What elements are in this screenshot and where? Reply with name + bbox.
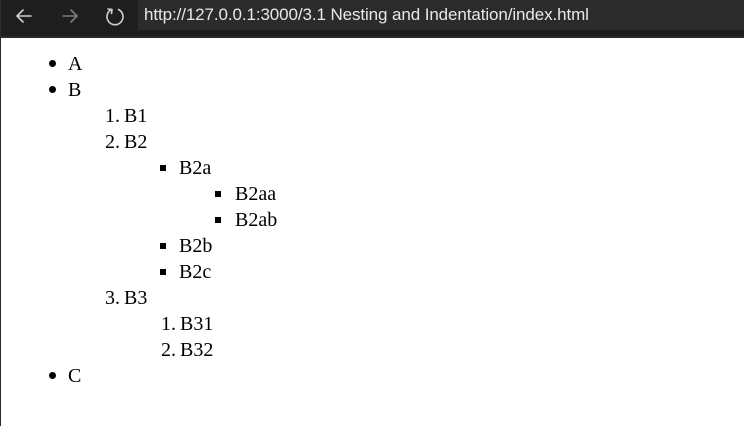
browser-toolbar: http://127.0.0.1:3000/3.1 Nesting and In… bbox=[1, 0, 744, 38]
list-item-label: B bbox=[68, 79, 82, 101]
back-button[interactable] bbox=[11, 3, 37, 29]
page-content: A B 1. B1 2. B2 B2a B2aa B2ab B2b B2c 3.… bbox=[1, 38, 744, 426]
list-number: 3. bbox=[105, 287, 120, 309]
url-text: http://127.0.0.1:3000/3.1 Nesting and In… bbox=[144, 5, 589, 24]
browser-window: http://127.0.0.1:3000/3.1 Nesting and In… bbox=[0, 0, 744, 426]
bullet-square-icon bbox=[160, 165, 166, 171]
list-item-label: B2aa bbox=[235, 183, 277, 205]
list-item-label: B32 bbox=[180, 339, 214, 361]
bullet-square-icon bbox=[215, 217, 221, 223]
bullet-disc-icon bbox=[49, 60, 56, 67]
bullet-square-icon bbox=[160, 243, 166, 249]
address-bar[interactable]: http://127.0.0.1:3000/3.1 Nesting and In… bbox=[138, 0, 744, 30]
list-item-label: B2 bbox=[124, 131, 148, 153]
list-number: 1. bbox=[105, 105, 120, 127]
arrow-left-icon bbox=[16, 9, 32, 23]
bullet-square-icon bbox=[215, 191, 221, 197]
bullet-square-icon bbox=[160, 269, 166, 275]
list-number: 1. bbox=[161, 313, 176, 335]
list-item-label: B2ab bbox=[235, 209, 278, 231]
list-item-label: C bbox=[68, 365, 82, 387]
list-number: 2. bbox=[105, 131, 120, 153]
list-item-label: B2c bbox=[179, 261, 212, 283]
forward-button[interactable] bbox=[57, 3, 83, 29]
list-item-label: B2a bbox=[179, 157, 212, 179]
list-item-label: B2b bbox=[179, 235, 213, 257]
reload-button[interactable] bbox=[102, 3, 128, 29]
list-number: 2. bbox=[161, 339, 176, 361]
list-item-label: B3 bbox=[124, 287, 148, 309]
list-item-label: B1 bbox=[124, 105, 148, 127]
arrow-right-icon bbox=[62, 9, 78, 23]
bullet-disc-icon bbox=[49, 372, 56, 379]
bullet-disc-icon bbox=[49, 86, 56, 93]
reload-icon bbox=[106, 8, 124, 26]
list-item-label: B31 bbox=[180, 313, 214, 335]
list-item-label: A bbox=[68, 53, 83, 75]
